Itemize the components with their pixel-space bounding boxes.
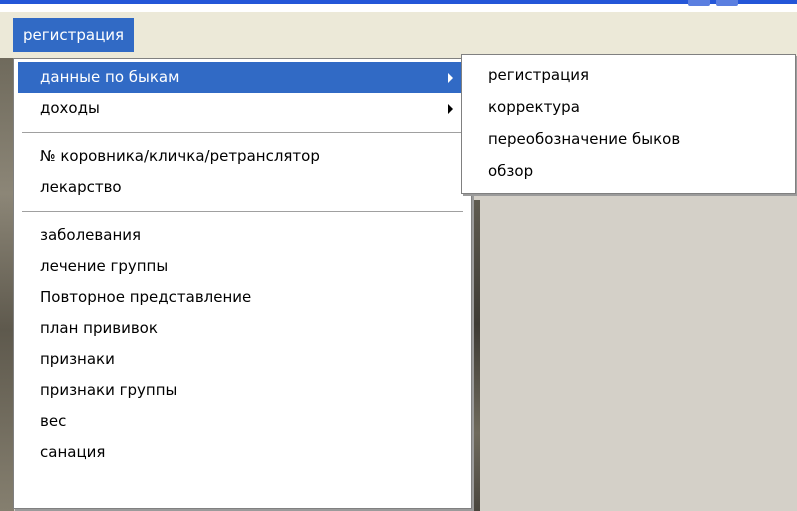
submenu-arrow-icon — [448, 104, 453, 114]
menu-registration[interactable]: регистрация — [13, 18, 135, 52]
bull-data-submenu: регистрация корректура переобозначение б… — [461, 54, 796, 194]
menu-item-label: вес — [40, 412, 67, 430]
menu-item-label: доходы — [40, 99, 100, 117]
menu-separator — [18, 203, 467, 220]
registration-dropdown-menu: данные по быкам доходы № коровника/кличк… — [13, 58, 472, 509]
menu-item-label: данные по быкам — [40, 68, 180, 86]
submenu-item-bull-renaming[interactable]: переобозначение быков — [462, 123, 795, 155]
menu-item-signs[interactable]: признаки — [18, 344, 467, 375]
menu-bar: регистрация — [0, 12, 797, 58]
menu-item-label: обзор — [488, 162, 534, 180]
menu-item-label: регистрация — [488, 66, 590, 84]
menu-item-label: заболевания — [40, 226, 142, 244]
menu-item-diseases[interactable]: заболевания — [18, 220, 467, 251]
menu-item-repeat-presentation[interactable]: Повторное представление — [18, 282, 467, 313]
submenu-item-correction[interactable]: корректура — [462, 91, 795, 123]
menu-item-label: № коровника/кличка/ретранслятор — [40, 147, 320, 165]
maximize-button-edge[interactable] — [716, 0, 738, 6]
submenu-item-overview[interactable]: обзор — [462, 155, 795, 187]
menu-item-sanitation[interactable]: санация — [18, 437, 467, 468]
menu-separator — [18, 124, 467, 141]
submenu-arrow-icon — [448, 73, 453, 83]
menu-item-group-signs[interactable]: признаки группы — [18, 375, 467, 406]
menu-item-bull-data[interactable]: данные по быкам — [18, 62, 467, 93]
background-image-strip-left — [0, 58, 14, 511]
menu-item-barn-name-transponder[interactable]: № коровника/кличка/ретранслятор — [18, 141, 467, 172]
minimize-button-edge[interactable] — [688, 0, 710, 6]
window-title-strip — [0, 0, 797, 12]
menu-item-vaccination-plan[interactable]: план прививок — [18, 313, 467, 344]
menu-item-label: Повторное представление — [40, 288, 252, 306]
menu-item-label: корректура — [488, 98, 580, 116]
menu-item-medicine[interactable]: лекарство — [18, 172, 467, 203]
menu-item-label: признаки — [40, 350, 115, 368]
menu-item-group-treatment[interactable]: лечение группы — [18, 251, 467, 282]
menu-item-label: признаки группы — [40, 381, 178, 399]
menu-item-label: переобозначение быков — [488, 130, 681, 148]
menu-item-label: санация — [40, 443, 106, 461]
menu-item-label: лечение группы — [40, 257, 169, 275]
menu-item-label: лекарство — [40, 178, 122, 196]
title-bar-edge — [0, 0, 797, 4]
menu-item-income[interactable]: доходы — [18, 93, 467, 124]
submenu-item-registration[interactable]: регистрация — [462, 59, 795, 91]
menu-item-weight[interactable]: вес — [18, 406, 467, 437]
menu-item-label: план прививок — [40, 319, 158, 337]
